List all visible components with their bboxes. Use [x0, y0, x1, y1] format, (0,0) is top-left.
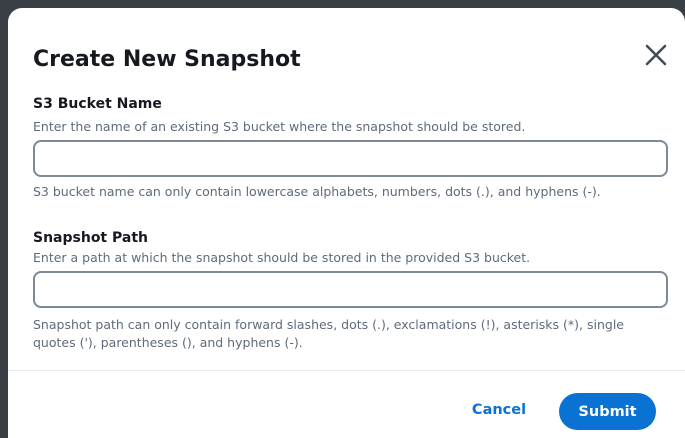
- bucket-name-label: S3 Bucket Name: [33, 96, 162, 112]
- bucket-name-description: Enter the name of an existing S3 bucket …: [33, 119, 526, 134]
- close-icon: [645, 44, 667, 66]
- modal-title: Create New Snapshot: [33, 47, 301, 72]
- snapshot-path-help: Snapshot path can only contain forward s…: [33, 317, 624, 350]
- snapshot-path-label: Snapshot Path: [33, 230, 148, 246]
- submit-button[interactable]: Submit: [559, 393, 656, 430]
- bucket-name-input[interactable]: [33, 140, 668, 177]
- close-button[interactable]: [643, 42, 669, 68]
- create-snapshot-modal: Create New Snapshot S3 Bucket Name Enter…: [8, 8, 685, 438]
- bucket-name-help: S3 bucket name can only contain lowercas…: [33, 184, 601, 199]
- cancel-button[interactable]: Cancel: [464, 393, 534, 427]
- footer-divider: [8, 370, 685, 371]
- snapshot-path-input[interactable]: [33, 271, 668, 308]
- snapshot-path-description: Enter a path at which the snapshot shoul…: [33, 250, 531, 265]
